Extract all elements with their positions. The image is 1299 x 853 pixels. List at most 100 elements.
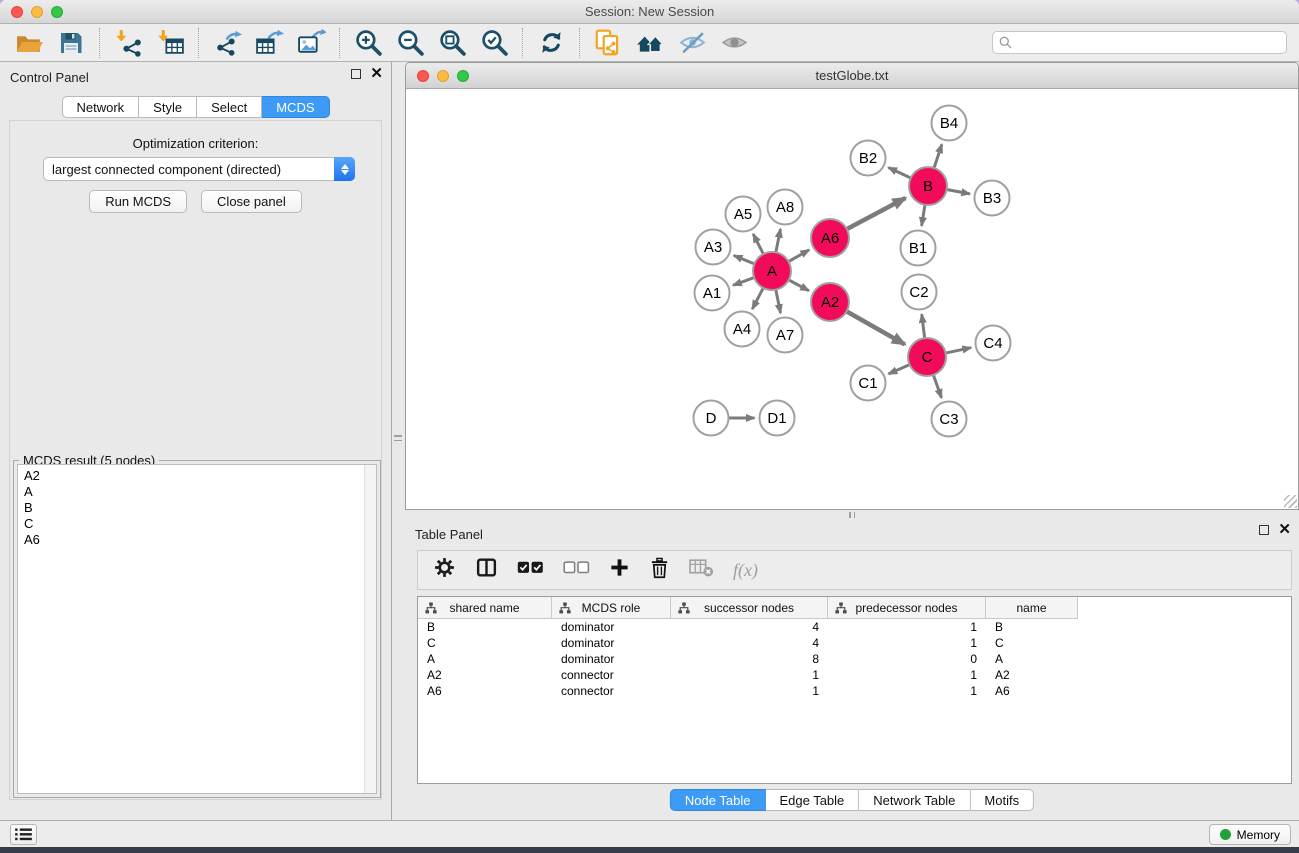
table-row[interactable]: Bdominator41B bbox=[418, 619, 1291, 635]
search-field[interactable] bbox=[992, 31, 1287, 54]
export-table-icon[interactable] bbox=[252, 26, 286, 60]
close-panel-icon[interactable]: ✕ bbox=[370, 69, 383, 79]
add-column-icon[interactable] bbox=[609, 557, 630, 583]
graph-edge-A-A6[interactable] bbox=[789, 250, 810, 262]
graph-edge-A-A2[interactable] bbox=[789, 280, 809, 291]
graph-edge-A-A3[interactable] bbox=[734, 255, 755, 263]
table-cell[interactable]: 1 bbox=[828, 635, 986, 651]
tab-mcds[interactable]: MCDS bbox=[262, 96, 329, 118]
table-cell[interactable]: 1 bbox=[828, 667, 986, 683]
table-row[interactable]: Cdominator41C bbox=[418, 635, 1291, 651]
table-cell[interactable]: 8 bbox=[671, 651, 828, 667]
show-all-eye-icon[interactable] bbox=[717, 26, 751, 60]
graph-edge-C-C3[interactable] bbox=[933, 375, 941, 398]
tab-select[interactable]: Select bbox=[197, 96, 262, 118]
graph-node-A4[interactable]: A4 bbox=[725, 312, 760, 347]
graph-edge-A-A4[interactable] bbox=[752, 288, 763, 309]
mcds-result-item[interactable]: C bbox=[24, 516, 376, 532]
select-all-icon[interactable] bbox=[517, 560, 544, 580]
zoom-window-button[interactable] bbox=[51, 6, 63, 18]
close-table-panel-icon[interactable]: ✕ bbox=[1278, 525, 1291, 535]
graph-node-A2[interactable]: A2 bbox=[811, 283, 849, 321]
table-cell[interactable]: A2 bbox=[986, 667, 1078, 683]
table-cell[interactable]: B bbox=[418, 619, 552, 635]
graph-edge-A-A5[interactable] bbox=[753, 234, 763, 254]
column-header-shared-name[interactable]: shared name bbox=[418, 597, 552, 619]
new-network-view-icon[interactable] bbox=[591, 26, 625, 60]
graph-node-A5[interactable]: A5 bbox=[726, 197, 761, 232]
table-cell[interactable]: C bbox=[418, 635, 552, 651]
network-canvas[interactable]: AA1A2A3A4A5A6A7A8BB1B2B3B4CC1C2C3C4DD1 bbox=[406, 89, 1298, 509]
table-cell[interactable]: B bbox=[986, 619, 1078, 635]
home-view-icon[interactable] bbox=[633, 26, 667, 60]
close-window-button[interactable] bbox=[11, 6, 23, 18]
graph-node-B4[interactable]: B4 bbox=[932, 106, 967, 141]
table-cell[interactable]: 1 bbox=[671, 683, 828, 699]
close-panel-button[interactable]: Close panel bbox=[201, 190, 302, 213]
column-header-successor-nodes[interactable]: successor nodes bbox=[671, 597, 828, 619]
graph-node-C2[interactable]: C2 bbox=[902, 275, 937, 310]
graph-node-A6[interactable]: A6 bbox=[811, 219, 849, 257]
import-network-icon[interactable] bbox=[111, 26, 145, 60]
graph-node-C3[interactable]: C3 bbox=[932, 402, 967, 437]
function-builder-fx-icon[interactable]: f(x) bbox=[733, 560, 758, 581]
deselect-all-icon[interactable] bbox=[563, 560, 590, 580]
table-row[interactable]: A2connector11A2 bbox=[418, 667, 1291, 683]
table-cell[interactable]: 4 bbox=[671, 619, 828, 635]
graph-node-B3[interactable]: B3 bbox=[975, 181, 1010, 216]
settings-gear-icon[interactable] bbox=[433, 556, 456, 584]
zoom-out-icon[interactable] bbox=[393, 26, 427, 60]
tab-style[interactable]: Style bbox=[139, 96, 197, 118]
export-image-icon[interactable] bbox=[294, 26, 328, 60]
table-cell[interactable]: dominator bbox=[552, 619, 671, 635]
delete-table-icon[interactable] bbox=[689, 558, 714, 582]
graph-edge-B-B3[interactable] bbox=[947, 190, 970, 194]
vertical-splitter-handle[interactable] bbox=[394, 431, 402, 445]
close-network-window-button[interactable] bbox=[417, 70, 429, 82]
tab-motifs[interactable]: Motifs bbox=[970, 789, 1034, 811]
mcds-result-item[interactable]: B bbox=[24, 500, 376, 516]
graph-node-A3[interactable]: A3 bbox=[696, 230, 731, 265]
graph-node-B1[interactable]: B1 bbox=[901, 231, 936, 266]
graph-node-C1[interactable]: C1 bbox=[851, 366, 886, 401]
graph-node-A[interactable]: A bbox=[753, 252, 791, 290]
mcds-result-list[interactable]: A2ABCA6 bbox=[17, 464, 377, 794]
graph-edge-B-B4[interactable] bbox=[934, 144, 942, 168]
tab-node-table[interactable]: Node Table bbox=[670, 789, 766, 811]
toggle-columns-icon[interactable] bbox=[475, 556, 498, 584]
search-input[interactable] bbox=[1017, 36, 1280, 50]
refresh-icon[interactable] bbox=[534, 26, 568, 60]
memory-button[interactable]: Memory bbox=[1209, 824, 1291, 845]
graph-edge-B-B1[interactable] bbox=[922, 205, 925, 226]
table-cell[interactable]: 1 bbox=[671, 667, 828, 683]
graph-node-D1[interactable]: D1 bbox=[760, 401, 795, 436]
run-mcds-button[interactable]: Run MCDS bbox=[89, 190, 187, 213]
graph-edge-A-A7[interactable] bbox=[776, 290, 781, 313]
table-cell[interactable]: A6 bbox=[986, 683, 1078, 699]
graph-node-A7[interactable]: A7 bbox=[768, 318, 803, 353]
import-table-icon[interactable] bbox=[153, 26, 187, 60]
table-cell[interactable]: A bbox=[418, 651, 552, 667]
save-session-icon[interactable] bbox=[54, 26, 88, 60]
tab-network-table[interactable]: Network Table bbox=[859, 789, 970, 811]
export-network-icon[interactable] bbox=[210, 26, 244, 60]
graph-edge-A-A1[interactable] bbox=[733, 278, 754, 286]
minimize-window-button[interactable] bbox=[31, 6, 43, 18]
column-header-MCDS-role[interactable]: MCDS role bbox=[552, 597, 671, 619]
graph-node-A8[interactable]: A8 bbox=[768, 190, 803, 225]
graph-edge-C-C1[interactable] bbox=[889, 365, 910, 374]
table-row[interactable]: A6connector11A6 bbox=[418, 683, 1291, 699]
table-cell[interactable]: A2 bbox=[418, 667, 552, 683]
table-cell[interactable]: connector bbox=[552, 683, 671, 699]
column-header-predecessor-nodes[interactable]: predecessor nodes bbox=[828, 597, 986, 619]
network-window-titlebar[interactable]: testGlobe.txt bbox=[406, 63, 1298, 89]
graph-node-B2[interactable]: B2 bbox=[851, 141, 886, 176]
graph-node-A1[interactable]: A1 bbox=[695, 276, 730, 311]
window-resize-grip[interactable] bbox=[1284, 495, 1297, 508]
zoom-network-window-button[interactable] bbox=[457, 70, 469, 82]
zoom-in-icon[interactable] bbox=[351, 26, 385, 60]
zoom-fit-icon[interactable] bbox=[435, 26, 469, 60]
tab-network[interactable]: Network bbox=[61, 96, 139, 118]
open-session-icon[interactable] bbox=[12, 26, 46, 60]
mcds-result-item[interactable]: A bbox=[24, 484, 376, 500]
